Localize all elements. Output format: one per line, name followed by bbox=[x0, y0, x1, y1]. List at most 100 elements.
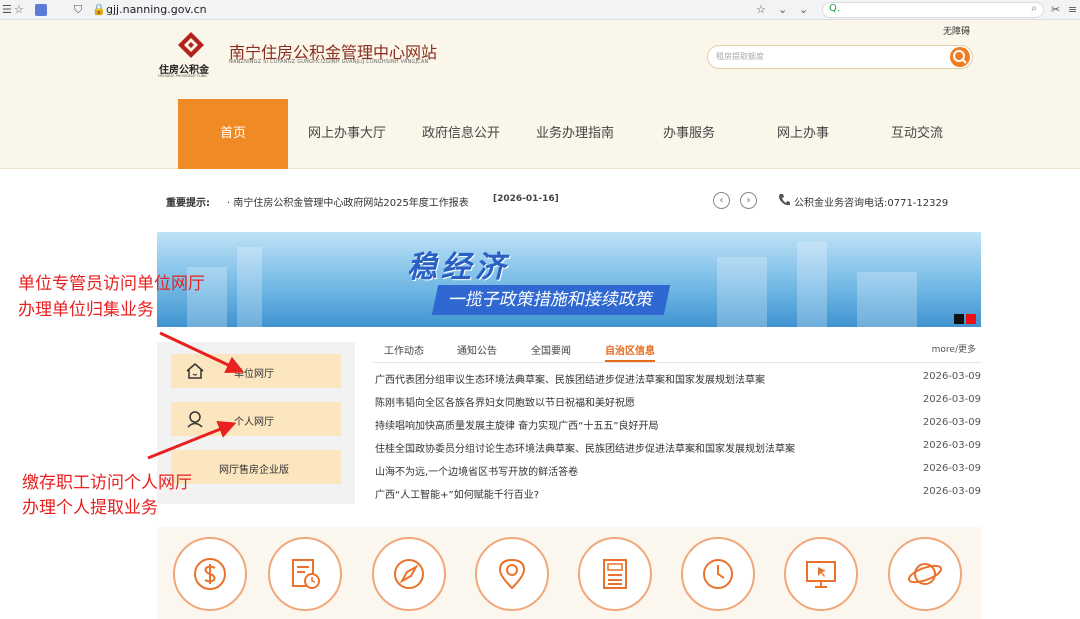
personal-hall-button[interactable]: 个人网厅 bbox=[171, 402, 341, 436]
news-date: 2026-03-09 bbox=[922, 486, 981, 497]
news-title[interactable]: 陈刚韦韬向全区各族各界妇女同胞致以节日祝福和美好祝愿 bbox=[375, 394, 635, 409]
phone-icon bbox=[779, 194, 790, 206]
nav-online-hall[interactable]: 网上办事大厅 bbox=[292, 99, 402, 169]
news-date: 2026-03-09 bbox=[922, 463, 981, 474]
ai-extension-icon[interactable] bbox=[35, 4, 47, 16]
tab-national-news[interactable]: 全国要闻 bbox=[531, 342, 571, 357]
browser-toolbar: ☰ ☆ ⛉ 🔒 gjj.nanning.gov.cn ☆ ⌄ ⌄ Q. ⌕ ✂ … bbox=[0, 0, 1080, 20]
unit-hall-button[interactable]: 单位网厅 bbox=[171, 354, 341, 388]
service-monitor-button[interactable] bbox=[784, 537, 858, 611]
news-item[interactable]: 持续唱响加快高质量发展主旋律 奋力实现广西“十五五”良好开局 2026-03-0… bbox=[373, 414, 981, 437]
nav-gov-info[interactable]: 政府信息公开 bbox=[406, 99, 516, 169]
news-title[interactable]: 山海不为远,一个边境省区书写开放的鲜活答卷 bbox=[375, 463, 578, 478]
service-compass-button[interactable] bbox=[372, 537, 446, 611]
banner-title: 稳经济 bbox=[407, 250, 509, 285]
banner-building bbox=[797, 242, 827, 327]
news-date: 2026-03-09 bbox=[922, 394, 981, 405]
unit-hall-label: 单位网厅 bbox=[234, 369, 274, 380]
banner-subtitle: 一揽子政策措施和接续政策 bbox=[431, 285, 671, 315]
banner-building bbox=[717, 257, 767, 327]
star-list-icon[interactable]: ☆ bbox=[14, 3, 24, 17]
news-title[interactable]: 广西“人工智能+”如何赋能千行百业? bbox=[375, 486, 539, 501]
service-location-button[interactable] bbox=[475, 537, 549, 611]
notice-link[interactable]: · 南宁住房公积金管理中心政府网站2025年度工作报表 bbox=[227, 194, 469, 209]
hotline-text: 公积金业务咨询电话:0771-12329 bbox=[794, 198, 949, 209]
site-subtitle: NANZNINGZ SI CUFANGZ GUNGHCIZGINH GVANJL… bbox=[229, 59, 429, 65]
search-icon[interactable]: ⌕ bbox=[1031, 3, 1037, 14]
personal-hall-label: 个人网厅 bbox=[234, 417, 274, 428]
nav-business-guide[interactable]: 业务办理指南 bbox=[520, 99, 630, 169]
search-placeholder: 租房提取额度 bbox=[716, 52, 764, 61]
annotation-bottom-line2: 办理个人提取业务 bbox=[22, 498, 158, 518]
service-clock-button[interactable] bbox=[681, 537, 755, 611]
news-item[interactable]: 山海不为远,一个边境省区书写开放的鲜活答卷 2026-03-09 bbox=[373, 460, 981, 483]
news-item[interactable]: 广西代表团分组审议生态环境法典草案、民族团结进步促进法草案和国家发展规划法草案 … bbox=[373, 368, 981, 391]
dollar-icon bbox=[194, 558, 226, 590]
banner-building bbox=[857, 272, 917, 327]
notice-date: [2026-01-16] bbox=[493, 194, 559, 204]
location-pin-icon bbox=[498, 558, 526, 590]
nav-home[interactable]: 首页 bbox=[178, 99, 288, 169]
service-planet-button[interactable] bbox=[888, 537, 962, 611]
secondary-search-text: Q. bbox=[829, 3, 841, 14]
banner-building bbox=[237, 247, 262, 327]
annotation-top-line1: 单位专管员访问单位网厅 bbox=[18, 274, 205, 294]
news-date: 2026-03-09 bbox=[922, 417, 981, 428]
policy-banner[interactable]: 稳经济 一揽子政策措施和接续政策 bbox=[157, 232, 981, 327]
developer-hall-button[interactable]: 网厅售房企业版 bbox=[171, 450, 341, 484]
calculator-icon bbox=[603, 559, 627, 589]
compass-icon bbox=[394, 559, 424, 589]
lock-icon: 🔒 bbox=[92, 3, 106, 16]
secondary-search-input[interactable]: Q. ⌕ bbox=[822, 2, 1044, 18]
news-panel: 工作动态 通知公告 全国要闻 自治区信息 more/更多 广西代表团分组审议生态… bbox=[373, 342, 981, 512]
nav-interaction[interactable]: 互动交流 bbox=[862, 99, 972, 169]
main-nav: 首页 网上办事大厅 政府信息公开 业务办理指南 办事服务 网上办事 互动交流 bbox=[178, 99, 980, 169]
menu-icon[interactable]: ≡ bbox=[1068, 3, 1077, 17]
service-calculator-button[interactable] bbox=[578, 537, 652, 611]
news-title[interactable]: 广西代表团分组审议生态环境法典草案、民族团结进步促进法草案和国家发展规划法草案 bbox=[375, 371, 765, 386]
accessibility-link[interactable]: 无障碍 bbox=[943, 24, 970, 37]
service-dollar-button[interactable] bbox=[173, 537, 247, 611]
page: ☰ ☆ ⛉ 🔒 gjj.nanning.gov.cn ☆ ⌄ ⌄ Q. ⌕ ✂ … bbox=[0, 0, 1080, 619]
document-clock-icon bbox=[292, 559, 320, 589]
news-date: 2026-03-09 bbox=[922, 371, 981, 382]
shield-icon[interactable]: ⛉ bbox=[74, 3, 82, 17]
logo-english-text: HOUSING PROVIDENT FUND bbox=[158, 74, 207, 78]
carousel-dot-active[interactable] bbox=[966, 314, 976, 324]
clock-icon bbox=[703, 559, 733, 589]
service-icon-row bbox=[157, 527, 981, 619]
annotation-bottom-line1: 缴存职工访问个人网厅 bbox=[22, 473, 192, 493]
carousel-dot[interactable] bbox=[954, 314, 964, 324]
notice-next-button[interactable]: › bbox=[740, 192, 757, 209]
chevron-down-icon[interactable]: ⌄ bbox=[778, 3, 787, 17]
address-bar[interactable]: gjj.nanning.gov.cn bbox=[106, 3, 207, 17]
nav-online-affairs[interactable]: 网上办事 bbox=[748, 99, 858, 169]
news-title[interactable]: 持续唱响加快高质量发展主旋律 奋力实现广西“十五五”良好开局 bbox=[375, 417, 659, 432]
site-search-input[interactable]: 租房提取额度 bbox=[707, 45, 973, 69]
notice-label: 重要提示: bbox=[166, 198, 210, 209]
reader-icon[interactable]: ☰ bbox=[2, 3, 12, 17]
notice-prev-button[interactable]: ‹ bbox=[713, 192, 730, 209]
service-document-button[interactable] bbox=[268, 537, 342, 611]
search-icon bbox=[953, 50, 967, 64]
tab-regional-info[interactable]: 自治区信息 bbox=[605, 342, 655, 362]
chevron-down-icon[interactable]: ⌄ bbox=[799, 3, 808, 17]
annotation-top-line2: 办理单位归集业务 bbox=[18, 300, 154, 320]
news-date: 2026-03-09 bbox=[922, 440, 981, 451]
more-link[interactable]: more/更多 bbox=[932, 342, 976, 355]
planet-icon bbox=[907, 563, 943, 585]
nav-services[interactable]: 办事服务 bbox=[634, 99, 744, 169]
cut-icon[interactable]: ✂ bbox=[1051, 3, 1060, 17]
tab-notices[interactable]: 通知公告 bbox=[457, 342, 497, 357]
search-button[interactable] bbox=[950, 47, 970, 67]
logo-emblem-icon[interactable] bbox=[176, 30, 206, 60]
bookmark-star-icon[interactable]: ☆ bbox=[756, 3, 766, 17]
news-item[interactable]: 住桂全国政协委员分组讨论生态环境法典草案、民族团结进步促进法草案和国家发展规划法… bbox=[373, 437, 981, 460]
tab-divider bbox=[373, 362, 981, 363]
news-item[interactable]: 广西“人工智能+”如何赋能千行百业? 2026-03-09 bbox=[373, 483, 981, 506]
news-title[interactable]: 住桂全国政协委员分组讨论生态环境法典草案、民族团结进步促进法草案和国家发展规划法… bbox=[375, 440, 795, 455]
monitor-cursor-icon bbox=[806, 561, 836, 588]
tab-work-news[interactable]: 工作动态 bbox=[384, 342, 424, 357]
news-item[interactable]: 陈刚韦韬向全区各族各界妇女同胞致以节日祝福和美好祝愿 2026-03-09 bbox=[373, 391, 981, 414]
house-icon bbox=[186, 363, 204, 379]
